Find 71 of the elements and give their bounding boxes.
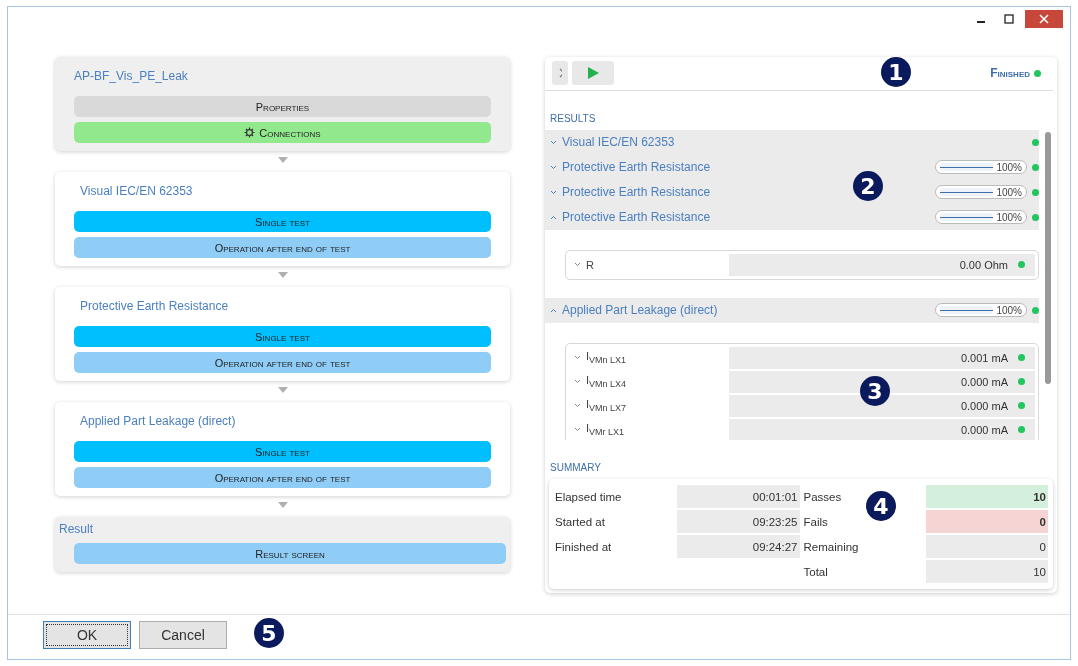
summary-label: Elapsed time bbox=[555, 490, 623, 503]
chevron-up-icon[interactable] bbox=[550, 307, 557, 313]
card-title: AP-BF_Vis_PE_Leak bbox=[74, 69, 189, 83]
summary-label: Finished at bbox=[555, 540, 613, 553]
dialog-button[interactable]: OK bbox=[43, 621, 131, 649]
measurement-label: R bbox=[586, 258, 595, 271]
measurement-value: 0.001 mA bbox=[729, 346, 1035, 369]
measurement-label: I$_{VMn LX1}$ bbox=[586, 350, 628, 366]
measurement-value: 0.00 Ohm bbox=[729, 253, 1035, 276]
progress-pill: 100% bbox=[935, 185, 1027, 200]
summary-value: 09:24:27 bbox=[677, 535, 800, 558]
summary-label: Fails bbox=[803, 515, 829, 528]
result-group-title[interactable]: Protective Earth Resistance bbox=[562, 185, 711, 200]
chevron-down-icon[interactable] bbox=[574, 262, 581, 268]
play-icon bbox=[586, 66, 600, 81]
summary-value: 09:23:25 bbox=[677, 510, 800, 533]
section-heading: RESULTS bbox=[550, 112, 597, 124]
flow-button[interactable]: Operation after end of test bbox=[74, 467, 491, 488]
summary-value: 00:01:01 bbox=[677, 485, 800, 508]
flow-button[interactable]: Connections bbox=[74, 122, 491, 143]
result-group-title[interactable]: Visual IEC/EN 62353 bbox=[562, 135, 675, 150]
measurement-label: I$_{VMr LX1}$ bbox=[586, 422, 626, 438]
chevron-down-icon[interactable] bbox=[574, 379, 581, 385]
measurement-value: 0.000 mA bbox=[729, 418, 1035, 440]
chevron-down-icon[interactable] bbox=[550, 139, 557, 145]
play-button[interactable] bbox=[572, 61, 614, 86]
down-triangle-icon bbox=[277, 502, 288, 508]
dialog-button[interactable]: Cancel bbox=[139, 621, 227, 649]
flow-button[interactable]: Operation after end of test bbox=[74, 352, 491, 373]
progress-pill: 100% bbox=[935, 160, 1027, 175]
card-title: Applied Part Leakage (direct) bbox=[80, 414, 237, 428]
measurement-label: I$_{VMn LX4}$ bbox=[586, 374, 628, 390]
progress-pill: 100% bbox=[935, 210, 1027, 225]
summary-label: Total bbox=[803, 565, 829, 578]
gear-icon bbox=[244, 127, 256, 138]
chevron-right-icon bbox=[558, 67, 562, 80]
summary-value: 0 bbox=[925, 535, 1048, 558]
result-group-title[interactable]: Protective Earth Resistance bbox=[562, 210, 711, 225]
chevron-up-icon[interactable] bbox=[550, 214, 557, 220]
result-group-title[interactable]: Protective Earth Resistance bbox=[562, 160, 711, 175]
run-status: Finished bbox=[990, 66, 1030, 81]
down-triangle-icon bbox=[277, 272, 288, 278]
chevron-down-icon[interactable] bbox=[574, 355, 581, 361]
callout-number: 5 bbox=[254, 618, 284, 648]
progress-pill: 100% bbox=[935, 303, 1027, 318]
close-icon[interactable] bbox=[1025, 10, 1063, 28]
summary-value: 0 bbox=[925, 510, 1048, 533]
result-group-title[interactable]: Applied Part Leakage (direct) bbox=[562, 303, 718, 318]
chevron-down-icon[interactable] bbox=[574, 403, 581, 409]
summary-label: Started at bbox=[555, 515, 606, 528]
card-title: Result bbox=[59, 522, 94, 536]
chevron-down-icon[interactable] bbox=[550, 189, 557, 195]
card-title: Protective Earth Resistance bbox=[80, 299, 230, 313]
chevron-down-icon[interactable] bbox=[574, 427, 581, 433]
flow-button[interactable]: Single test bbox=[74, 441, 491, 462]
summary-value: 10 bbox=[925, 485, 1048, 508]
flow-button[interactable]: Single test bbox=[74, 326, 491, 347]
measurement-label: I$_{VMn LX7}$ bbox=[586, 398, 628, 414]
chevron-down-icon[interactable] bbox=[550, 164, 557, 170]
flow-button[interactable]: Single test bbox=[74, 211, 491, 232]
summary-value: 10 bbox=[925, 560, 1048, 583]
card-title: Visual IEC/EN 62353 bbox=[80, 184, 194, 198]
summary-label: Passes bbox=[803, 490, 843, 503]
summary-label: Remaining bbox=[803, 540, 860, 553]
scrollbar-thumb[interactable] bbox=[1045, 131, 1051, 384]
down-triangle-icon bbox=[277, 157, 288, 163]
section-heading: SUMMARY bbox=[550, 462, 602, 473]
flow-button[interactable]: Operation after end of test bbox=[74, 237, 491, 258]
down-triangle-icon bbox=[277, 387, 288, 393]
flow-button[interactable]: Result screen bbox=[74, 543, 506, 564]
flow-button[interactable]: Properties bbox=[74, 96, 491, 117]
